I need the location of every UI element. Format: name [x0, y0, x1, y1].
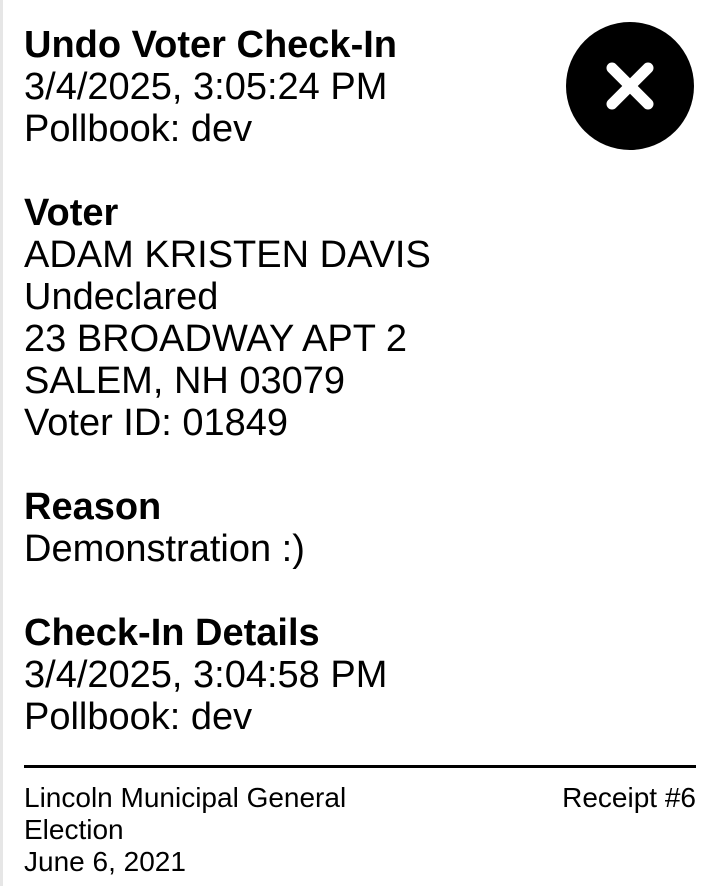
voter-address-line1: 23 BROADWAY APT 2	[24, 318, 407, 360]
election-name: Lincoln Municipal General Election	[24, 782, 347, 845]
receipt-footer: Lincoln Municipal General Election June …	[24, 782, 696, 878]
reason-heading: Reason	[24, 486, 162, 528]
voter-party: Undeclared	[24, 276, 219, 318]
voter-address-line2: SALEM, NH 03079	[24, 360, 346, 402]
voter-id: Voter ID: 01849	[24, 402, 289, 444]
receipt-number: Receipt #6	[562, 782, 696, 813]
check-in-details-heading: Check-In Details	[24, 612, 320, 654]
check-in-details-section: Check-In Details 3/4/2025, 3:04:58 PM Po…	[24, 612, 696, 738]
reason-text: Demonstration :)	[24, 528, 305, 570]
voter-section: Voter ADAM KRISTEN DAVIS Undeclared 23 B…	[24, 192, 696, 444]
close-icon	[566, 22, 694, 150]
check-in-pollbook: Pollbook: dev	[24, 696, 253, 738]
voter-heading: Voter	[24, 192, 119, 234]
footer-divider	[24, 765, 696, 768]
reason-section: Reason Demonstration :)	[24, 486, 696, 570]
check-in-timestamp: 3/4/2025, 3:04:58 PM	[24, 654, 388, 696]
voter-name: ADAM KRISTEN DAVIS	[24, 234, 431, 276]
left-border	[0, 0, 3, 886]
election-date: June 6, 2021	[24, 846, 186, 877]
close-icon-glyph	[606, 62, 654, 110]
